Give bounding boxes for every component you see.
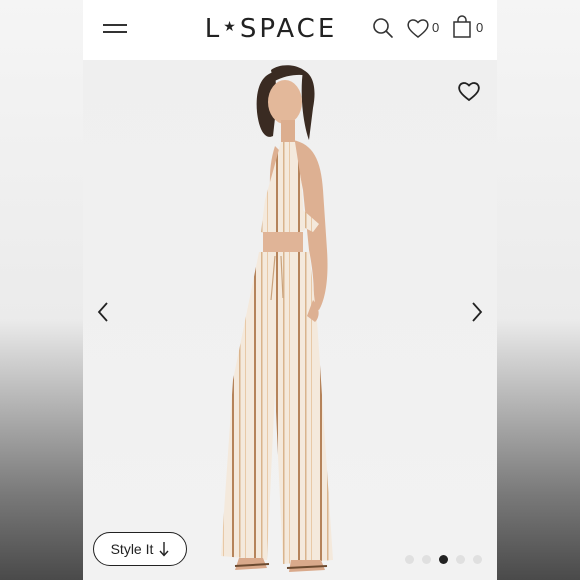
product-page: L ★ SPACE 0 0 Style It [83,0,497,580]
gallery-dot[interactable] [456,555,465,564]
chevron-right-icon[interactable] [469,300,485,324]
chevron-left-icon[interactable] [95,300,111,324]
wishlist-count: 0 [432,20,440,35]
bag-count: 0 [476,20,484,35]
gallery-dot[interactable] [473,555,482,564]
logo-letter: L [204,14,223,44]
site-header: L ★ SPACE 0 0 [83,0,497,60]
style-it-label: Style It [110,541,154,557]
shopping-bag-icon[interactable] [452,15,472,39]
search-icon[interactable] [372,17,394,39]
heart-outline-icon[interactable] [457,80,481,102]
gallery-dot-active[interactable] [439,555,448,564]
brand-logo[interactable]: L ★ SPACE [201,12,341,46]
product-image-gallery[interactable]: Style It [83,60,497,580]
heart-icon[interactable] [406,17,430,39]
hamburger-icon[interactable] [103,20,127,36]
arrow-down-icon [159,542,169,557]
logo-word: SPACE [239,14,338,44]
style-it-button[interactable]: Style It [93,532,187,566]
gallery-pagination [405,555,482,565]
product-image [221,65,333,572]
gallery-dot[interactable] [405,555,414,564]
gallery-dot[interactable] [422,555,431,564]
logo-star: ★ [223,19,239,35]
